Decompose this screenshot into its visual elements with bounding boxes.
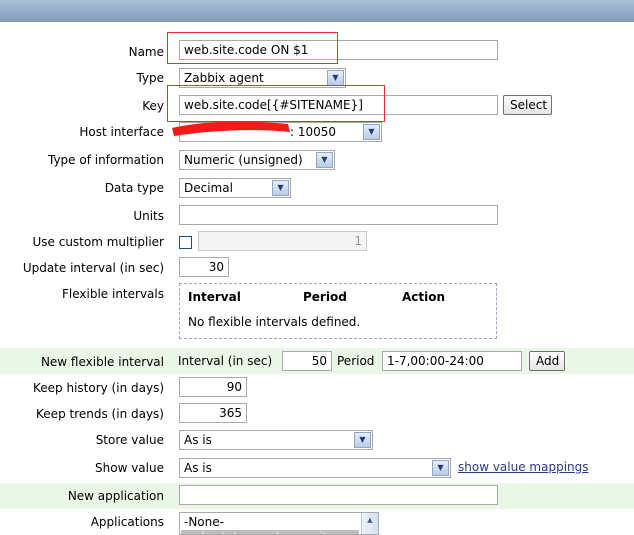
- flexible-intervals-col-period: Period: [303, 290, 347, 304]
- chevron-down-icon: ▼: [272, 180, 289, 196]
- applications-option[interactable]: -None-: [184, 515, 224, 529]
- host-interface-select-value: : 10050: [290, 125, 337, 139]
- keep-trends-label: Keep trends (in days): [36, 407, 164, 421]
- type-of-information-select[interactable]: Numeric (unsigned) ▼: [179, 150, 335, 170]
- new-application-label: New application: [67, 489, 164, 503]
- update-interval-label: Update interval (in sec): [22, 261, 164, 275]
- custom-multiplier-label: Use custom multiplier: [32, 235, 164, 249]
- period-label: Period: [337, 354, 375, 368]
- keep-history-input[interactable]: 90: [179, 377, 247, 397]
- listbox-scrollbar[interactable]: ▲: [361, 513, 378, 534]
- chevron-down-icon: ▼: [327, 70, 344, 86]
- store-value-value: As is: [184, 433, 212, 447]
- chevron-down-icon: ▼: [316, 152, 333, 168]
- keep-history-label: Keep history (in days): [33, 381, 164, 395]
- show-value-label: Show value: [95, 461, 164, 475]
- applications-option-selected[interactable]: web_status_code_monitor: [181, 530, 359, 534]
- flexible-intervals-col-interval: Interval: [188, 290, 241, 304]
- key-label: Key: [142, 99, 164, 113]
- applications-label: Applications: [90, 515, 164, 529]
- units-label: Units: [133, 209, 164, 223]
- type-of-information-label: Type of information: [47, 153, 164, 167]
- new-period-input[interactable]: 1-7,00:00-24:00: [382, 351, 522, 371]
- key-select-button[interactable]: Select: [503, 95, 552, 115]
- chevron-down-icon: ▼: [363, 124, 380, 140]
- host-interface-label: Host interface: [79, 125, 164, 139]
- redaction-scribble: [172, 121, 290, 136]
- store-value-label: Store value: [95, 433, 164, 447]
- custom-multiplier-checkbox[interactable]: [179, 236, 192, 249]
- chevron-down-icon: ▼: [432, 460, 449, 476]
- new-interval-input[interactable]: 50: [282, 351, 332, 371]
- update-interval-input[interactable]: 30: [179, 257, 229, 277]
- add-flexible-interval-button[interactable]: Add: [529, 351, 565, 371]
- units-input[interactable]: [179, 205, 498, 225]
- interval-in-sec-label: Interval (in sec): [178, 354, 273, 368]
- data-type-value: Decimal: [184, 181, 233, 195]
- data-type-select[interactable]: Decimal ▼: [179, 178, 291, 198]
- name-label: Name: [128, 45, 164, 59]
- show-value-mappings-link[interactable]: show value mappings: [458, 460, 589, 474]
- flexible-intervals-col-action: Action: [402, 290, 446, 304]
- custom-multiplier-input[interactable]: 1: [198, 231, 367, 251]
- type-label: Type: [136, 71, 164, 85]
- data-type-label: Data type: [104, 181, 164, 195]
- type-of-information-value: Numeric (unsigned): [184, 153, 303, 167]
- show-value-select[interactable]: As is ▼: [179, 458, 451, 478]
- store-value-select[interactable]: As is ▼: [179, 430, 373, 450]
- chevron-down-icon: ▼: [354, 432, 371, 448]
- keep-trends-input[interactable]: 365: [179, 403, 247, 423]
- applications-listbox[interactable]: -None- web_status_code_monitor ▲: [179, 512, 379, 535]
- flexible-intervals-table: Interval Period Action No flexible inter…: [179, 283, 497, 339]
- show-value-value: As is: [184, 461, 212, 475]
- flexible-intervals-empty-text: No flexible intervals defined.: [188, 315, 361, 329]
- type-select-value: Zabbix agent: [184, 71, 264, 85]
- annotation-box-name: [167, 32, 338, 64]
- new-application-input[interactable]: [179, 485, 498, 505]
- new-flexible-interval-label: New flexible interval: [40, 355, 164, 369]
- window-header-bar: [0, 0, 634, 22]
- flexible-intervals-label: Flexible intervals: [62, 287, 164, 301]
